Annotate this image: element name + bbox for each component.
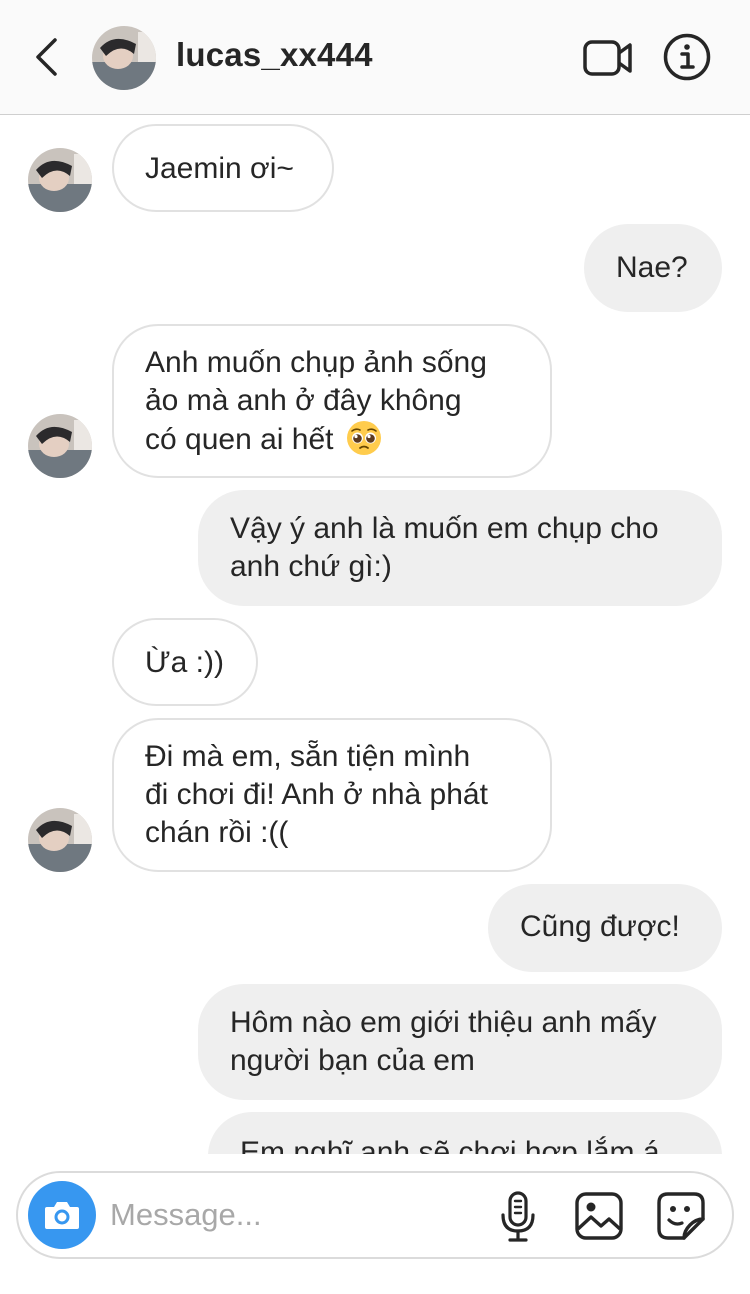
message-bubble-sent[interactable]: Hôm nào em giới thiệu anh mấy người bạn … xyxy=(198,984,722,1100)
message-bubble-received[interactable]: Jaemin ơi~ xyxy=(112,124,334,212)
gallery-button[interactable] xyxy=(574,1191,624,1241)
message-bubble-received[interactable]: Đi mà em, sẵn tiện mình đi chơi đi! Anh … xyxy=(112,718,552,872)
video-camera-icon xyxy=(583,40,632,76)
message-text: anh chứ gì:) xyxy=(230,550,392,583)
message-text: Vậy ý anh là muốn em chụp cho xyxy=(230,512,659,545)
message-bubble-sent[interactable]: Nae? xyxy=(584,224,722,312)
message-bubble-received[interactable]: Anh muốn chụp ảnh sống ảo mà anh ở đây k… xyxy=(112,324,552,478)
message-text: Hôm nào em giới thiệu anh mấy xyxy=(230,1006,657,1039)
message-thread[interactable]: Jaemin ơi~ Nae? Anh muốn chụp ảnh sống ả… xyxy=(0,116,750,1154)
message-bubble-sent[interactable]: Vậy ý anh là muốn em chụp cho anh chứ gì… xyxy=(198,490,722,606)
message-text: ảo mà anh ở đây không xyxy=(145,384,462,417)
message-bubble-received[interactable]: Ừa :)) xyxy=(112,618,258,706)
image-gallery-icon xyxy=(575,1192,623,1240)
message-text: Ừa :)) xyxy=(145,646,224,679)
message-composer xyxy=(16,1171,734,1259)
info-icon xyxy=(663,33,711,81)
camera-button[interactable] xyxy=(28,1181,96,1249)
avatar[interactable] xyxy=(28,148,92,212)
avatar[interactable] xyxy=(92,26,156,90)
message-text: đi chơi đi! Anh ở nhà phát xyxy=(145,778,488,811)
message-text: Cũng được! xyxy=(520,910,680,943)
chat-header: lucas_xx444 xyxy=(0,0,750,115)
message-text: Đi mà em, sẵn tiện mình xyxy=(145,740,471,773)
info-button[interactable] xyxy=(662,32,712,82)
message-text: người bạn của em xyxy=(230,1044,475,1077)
chevron-left-icon xyxy=(36,38,57,76)
avatar[interactable] xyxy=(28,414,92,478)
pleading-face-emoji xyxy=(346,420,382,466)
message-input[interactable] xyxy=(110,1193,490,1237)
message-text: Nae? xyxy=(616,251,688,284)
avatar[interactable] xyxy=(28,808,92,872)
sticker-button[interactable] xyxy=(656,1191,706,1241)
sticker-icon xyxy=(657,1192,705,1240)
message-bubble-sent[interactable]: Em nghĩ anh sẽ chơi hợp lắm á xyxy=(208,1112,722,1154)
message-text: chán rồi :(( xyxy=(145,816,289,849)
chat-username[interactable]: lucas_xx444 xyxy=(176,36,373,74)
message-text: Anh muốn chụp ảnh sống xyxy=(145,346,487,379)
message-text: Jaemin ơi~ xyxy=(145,152,294,185)
message-text: có quen ai hết xyxy=(145,423,334,456)
camera-icon xyxy=(45,1202,79,1229)
message-text: Em nghĩ anh sẽ chơi hợp lắm á xyxy=(240,1136,660,1154)
back-button[interactable] xyxy=(28,34,64,80)
voice-message-button[interactable] xyxy=(498,1191,538,1243)
video-call-button[interactable] xyxy=(582,36,634,80)
microphone-icon xyxy=(501,1191,535,1242)
message-bubble-sent[interactable]: Cũng được! xyxy=(488,884,722,972)
